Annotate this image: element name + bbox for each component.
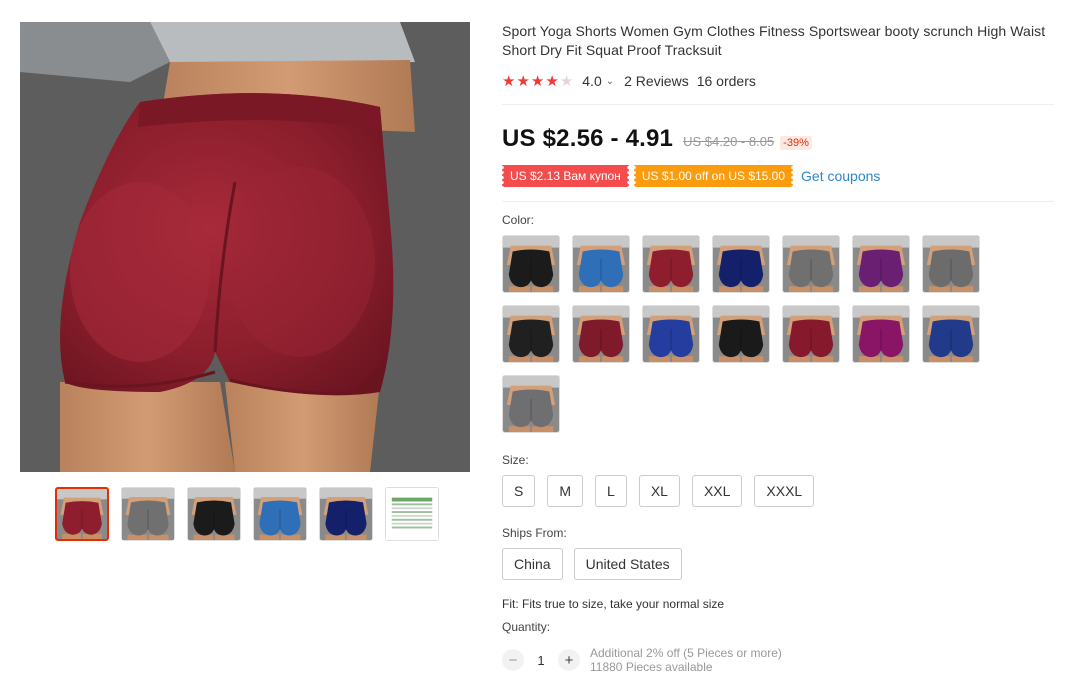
ships-from-united-states[interactable]: United States	[573, 548, 682, 580]
fit-note: Fit: Fits true to size, take your normal…	[502, 597, 725, 611]
gallery-thumbnail[interactable]	[253, 487, 307, 541]
star-icon: ★	[516, 72, 530, 90]
color-swatch-grid	[502, 235, 1054, 433]
color-swatch-magenta[interactable]	[852, 305, 910, 363]
color-swatch-navy[interactable]	[712, 235, 770, 293]
bulk-discount-note: Additional 2% off (5 Pieces or more)	[590, 646, 782, 660]
product-title: Sport Yoga Shorts Women Gym Clothes Fitn…	[502, 23, 1046, 58]
color-swatch-wine-v[interactable]	[572, 305, 630, 363]
star-icon: ★	[545, 72, 559, 90]
color-swatch-black-stripe[interactable]	[712, 305, 770, 363]
quantity-label: Quantity:	[502, 620, 551, 634]
increase-quantity-button[interactable]: +	[558, 649, 580, 671]
size-option-xxl[interactable]: XXL	[691, 475, 743, 507]
gallery-thumbnail[interactable]	[121, 487, 175, 541]
select-coupon[interactable]: US $1.00 off on US $15.00	[633, 165, 794, 187]
color-swatch-purple[interactable]	[852, 235, 910, 293]
color-swatch-wine[interactable]	[642, 235, 700, 293]
color-swatch-wine-stripe[interactable]	[782, 305, 840, 363]
current-price: US $2.56 - 4.91	[502, 125, 674, 152]
get-coupons-link[interactable]: Get coupons	[801, 168, 880, 184]
color-swatch-blue-v[interactable]	[642, 305, 700, 363]
color-swatch-gray-v[interactable]	[922, 235, 980, 293]
color-swatch-blue[interactable]	[572, 235, 630, 293]
quantity-input[interactable]: 1	[524, 653, 558, 668]
gallery-thumbnail[interactable]	[55, 487, 109, 541]
rating-row: ★ ★ ★ ★ ★ 4.0 ⌄ 2 Reviews 16 orders	[502, 73, 1054, 89]
ships-from-china[interactable]: China	[502, 548, 563, 580]
product-info: Sport Yoga Shorts Women Gym Clothes Fitn…	[502, 22, 1054, 674]
color-swatch-black[interactable]	[502, 235, 560, 293]
color-swatch-gray-stripe[interactable]	[502, 375, 560, 433]
quantity-note: Additional 2% off (5 Pieces or more) 118…	[590, 646, 782, 674]
rating-value[interactable]: 4.0	[582, 73, 601, 89]
size-label: Size:	[502, 453, 529, 467]
product-photo	[20, 22, 470, 472]
divider	[502, 104, 1054, 105]
ships-from-options: China United States	[502, 548, 1054, 580]
decrease-quantity-button[interactable]: −	[502, 649, 524, 671]
size-option-xl[interactable]: XL	[638, 475, 680, 507]
size-option-l[interactable]: L	[595, 475, 627, 507]
divider	[502, 201, 1054, 202]
reviews-count[interactable]: 2 Reviews	[624, 73, 689, 89]
orders-count: 16 orders	[696, 73, 756, 89]
color-label: Color:	[502, 213, 535, 227]
star-icon: ★	[559, 72, 574, 90]
main-product-image[interactable]	[20, 22, 470, 472]
thumbnail-strip	[55, 487, 439, 541]
ships-from-label: Ships From:	[502, 526, 567, 540]
color-swatch-navy-v[interactable]	[922, 305, 980, 363]
price-row: US $2.56 - 4.91 US $4.20 - 8.05 -39%	[502, 125, 1054, 153]
star-rating: ★ ★ ★ ★ ★	[502, 74, 573, 89]
gallery-thumbnail[interactable]	[319, 487, 373, 541]
star-icon: ★	[502, 72, 516, 90]
size-option-s[interactable]: S	[502, 475, 536, 507]
size-option-xxxl[interactable]: XXXL	[754, 475, 815, 507]
gallery-thumbnail[interactable]	[385, 487, 439, 541]
coupon-row: US $2.13 Вам купон US $1.00 off on US $1…	[502, 165, 1054, 187]
store-coupon[interactable]: US $2.13 Вам купон	[502, 165, 629, 187]
size-options: S M L XL XXL XXXL	[502, 475, 1054, 507]
discount-badge: -39%	[780, 136, 812, 150]
stock-available: 11880 Pieces available	[590, 660, 713, 674]
chevron-down-icon[interactable]: ⌄	[606, 76, 614, 87]
color-swatch-black-v[interactable]	[502, 305, 560, 363]
quantity-stepper: − 1 + Additional 2% off (5 Pieces or mor…	[502, 646, 1054, 674]
star-icon: ★	[530, 72, 545, 90]
size-option-m[interactable]: M	[547, 475, 584, 507]
color-swatch-gray[interactable]	[782, 235, 840, 293]
gallery-thumbnail[interactable]	[187, 487, 241, 541]
original-price: US $4.20 - 8.05	[683, 134, 775, 149]
